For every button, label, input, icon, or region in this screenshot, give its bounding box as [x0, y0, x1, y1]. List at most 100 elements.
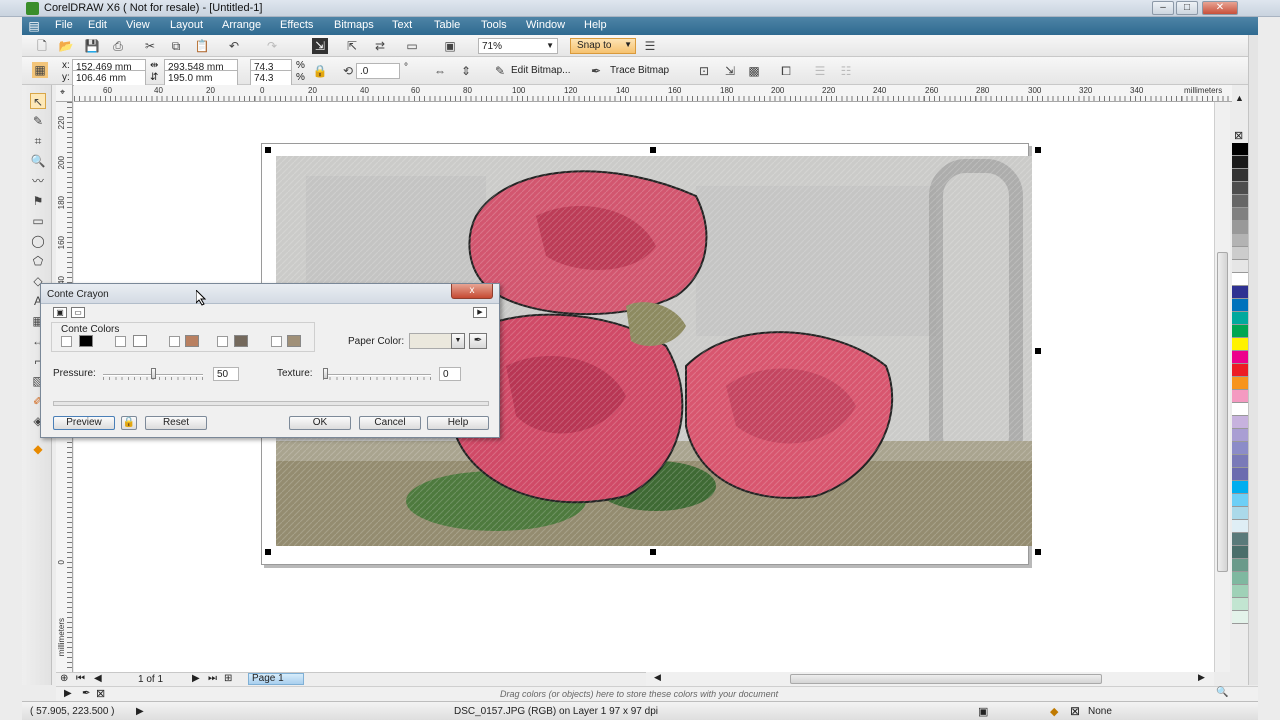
bitmap-color-mask-icon[interactable]: ▩: [746, 63, 762, 79]
object-origin-icon[interactable]: ▦: [32, 62, 48, 78]
help-button[interactable]: Help: [427, 416, 489, 430]
trace-bitmap-button[interactable]: Trace Bitmap: [610, 65, 669, 76]
crop-tool-icon[interactable]: ⌗: [30, 133, 46, 149]
minimize-button[interactable]: –: [1152, 1, 1174, 15]
rotation-field[interactable]: .0: [356, 63, 400, 79]
document-icon[interactable]: ▤: [26, 18, 42, 34]
selection-handle[interactable]: [1035, 147, 1041, 153]
zoom-level-select[interactable]: 71% ▼: [478, 38, 558, 54]
palette-swatch[interactable]: [1232, 377, 1248, 390]
palette-swatch[interactable]: [1232, 143, 1248, 156]
zoom-icon[interactable]: 🔍: [1216, 687, 1228, 698]
vertical-scrollbar[interactable]: [1214, 102, 1230, 672]
scroll-left-icon[interactable]: ◀: [654, 672, 661, 683]
palette-swatch[interactable]: [1232, 468, 1248, 481]
menu-arrange[interactable]: Arrange: [222, 19, 261, 31]
split-preview-icon[interactable]: ▣: [53, 307, 67, 318]
palette-swatch[interactable]: [1232, 338, 1248, 351]
nav-start-icon[interactable]: ⏮: [76, 673, 85, 684]
menu-effects[interactable]: Effects: [280, 19, 313, 31]
menu-file[interactable]: File: [55, 19, 73, 31]
shape-tool-icon[interactable]: ✎: [30, 113, 46, 129]
new-document-icon[interactable]: 🗋: [34, 38, 50, 54]
nav-next-icon[interactable]: ▶: [192, 673, 200, 684]
pressure-value-field[interactable]: 50: [213, 367, 239, 381]
freehand-tool-icon[interactable]: 〰: [30, 173, 46, 189]
no-fill-icon[interactable]: ⊠: [96, 687, 105, 700]
fill-tool-icon[interactable]: ◆: [30, 441, 46, 457]
rotate-icon[interactable]: ⟲: [340, 63, 356, 79]
distribute-icon[interactable]: ☷: [838, 63, 854, 79]
menu-tools[interactable]: Tools: [481, 19, 507, 31]
palette-swatch[interactable]: [1232, 299, 1248, 312]
snap-to-dropdown[interactable]: Snap to ▼: [570, 38, 636, 54]
mirror-horizontal-icon[interactable]: ⇔: [432, 63, 448, 79]
palette-swatch[interactable]: [1232, 481, 1248, 494]
conte-color-4-swatch[interactable]: [234, 335, 248, 347]
cancel-button[interactable]: Cancel: [359, 416, 421, 430]
conte-color-5-checkbox[interactable]: [271, 336, 282, 347]
welcome-screen-icon[interactable]: ▣: [442, 38, 458, 54]
selection-handle[interactable]: [265, 549, 271, 555]
palette-swatch[interactable]: [1232, 559, 1248, 572]
zoom-tool-icon[interactable]: 🔍: [30, 153, 46, 169]
scroll-right-icon[interactable]: ▶: [1198, 672, 1205, 683]
menu-help[interactable]: Help: [584, 19, 607, 31]
close-window-button[interactable]: ✕: [1202, 1, 1238, 15]
palette-swatch[interactable]: [1232, 390, 1248, 403]
palette-swatch[interactable]: [1232, 546, 1248, 559]
horizontal-scrollbar[interactable]: ◀ ▶: [646, 672, 1214, 686]
palette-swatch[interactable]: [1232, 247, 1248, 260]
menu-bitmaps[interactable]: Bitmaps: [334, 19, 374, 31]
cut-icon[interactable]: ✂: [142, 38, 158, 54]
edit-bitmap-button[interactable]: Edit Bitmap...: [511, 65, 570, 76]
palette-swatch[interactable]: [1232, 169, 1248, 182]
mirror-vertical-icon[interactable]: ⇕: [458, 63, 474, 79]
smart-fill-tool-icon[interactable]: ⚑: [30, 193, 46, 209]
expand-preview-icon[interactable]: ▶: [473, 307, 487, 318]
palette-swatch[interactable]: [1232, 507, 1248, 520]
palette-swatch[interactable]: [1232, 195, 1248, 208]
maximize-button[interactable]: □: [1176, 1, 1198, 15]
menu-edit[interactable]: Edit: [88, 19, 107, 31]
palette-swatch[interactable]: [1232, 429, 1248, 442]
conte-color-1-swatch[interactable]: [79, 335, 93, 347]
application-launcher-icon[interactable]: ▭: [404, 38, 420, 54]
rectangle-tool-icon[interactable]: ▭: [30, 213, 46, 229]
link-icon[interactable]: ⧠: [778, 63, 794, 79]
no-color-icon[interactable]: ⊠: [1234, 129, 1243, 142]
resample-icon[interactable]: ⇲: [722, 63, 738, 79]
nav-end-icon[interactable]: ⏭: [208, 673, 217, 684]
preview-button[interactable]: Preview: [53, 416, 115, 430]
menu-text[interactable]: Text: [392, 19, 412, 31]
texture-value-field[interactable]: 0: [439, 367, 461, 381]
single-preview-icon[interactable]: ▭: [71, 307, 85, 318]
palette-swatch[interactable]: [1232, 221, 1248, 234]
save-icon[interactable]: 💾: [84, 38, 100, 54]
import-icon[interactable]: ⇲: [312, 38, 328, 54]
palette-swatch[interactable]: [1232, 520, 1248, 533]
conte-color-2-swatch[interactable]: [133, 335, 147, 347]
conte-color-2-checkbox[interactable]: [115, 336, 126, 347]
palette-swatch[interactable]: [1232, 156, 1248, 169]
palette-swatch[interactable]: [1232, 364, 1248, 377]
palette-swatch[interactable]: [1232, 182, 1248, 195]
ruler-origin[interactable]: ⌖: [56, 85, 73, 102]
paper-color-dropdown[interactable]: ▼: [451, 333, 465, 349]
palette-scroll-up-icon[interactable]: ▲: [1235, 93, 1244, 103]
conte-color-4-checkbox[interactable]: [217, 336, 228, 347]
menu-window[interactable]: Window: [526, 19, 565, 31]
palette-swatch[interactable]: [1232, 416, 1248, 429]
palette-swatch[interactable]: [1232, 598, 1248, 611]
pressure-slider-thumb[interactable]: [151, 368, 156, 379]
conte-color-1-checkbox[interactable]: [61, 336, 72, 347]
selection-handle[interactable]: [265, 147, 271, 153]
palette-swatch[interactable]: [1232, 611, 1248, 624]
options-icon[interactable]: ☰: [642, 38, 658, 54]
palette-swatch[interactable]: [1232, 273, 1248, 286]
menu-layout[interactable]: Layout: [170, 19, 203, 31]
vertical-scroll-thumb[interactable]: [1217, 252, 1228, 572]
palette-swatch[interactable]: [1232, 208, 1248, 221]
reset-button[interactable]: Reset: [145, 416, 207, 430]
menu-table[interactable]: Table: [434, 19, 460, 31]
